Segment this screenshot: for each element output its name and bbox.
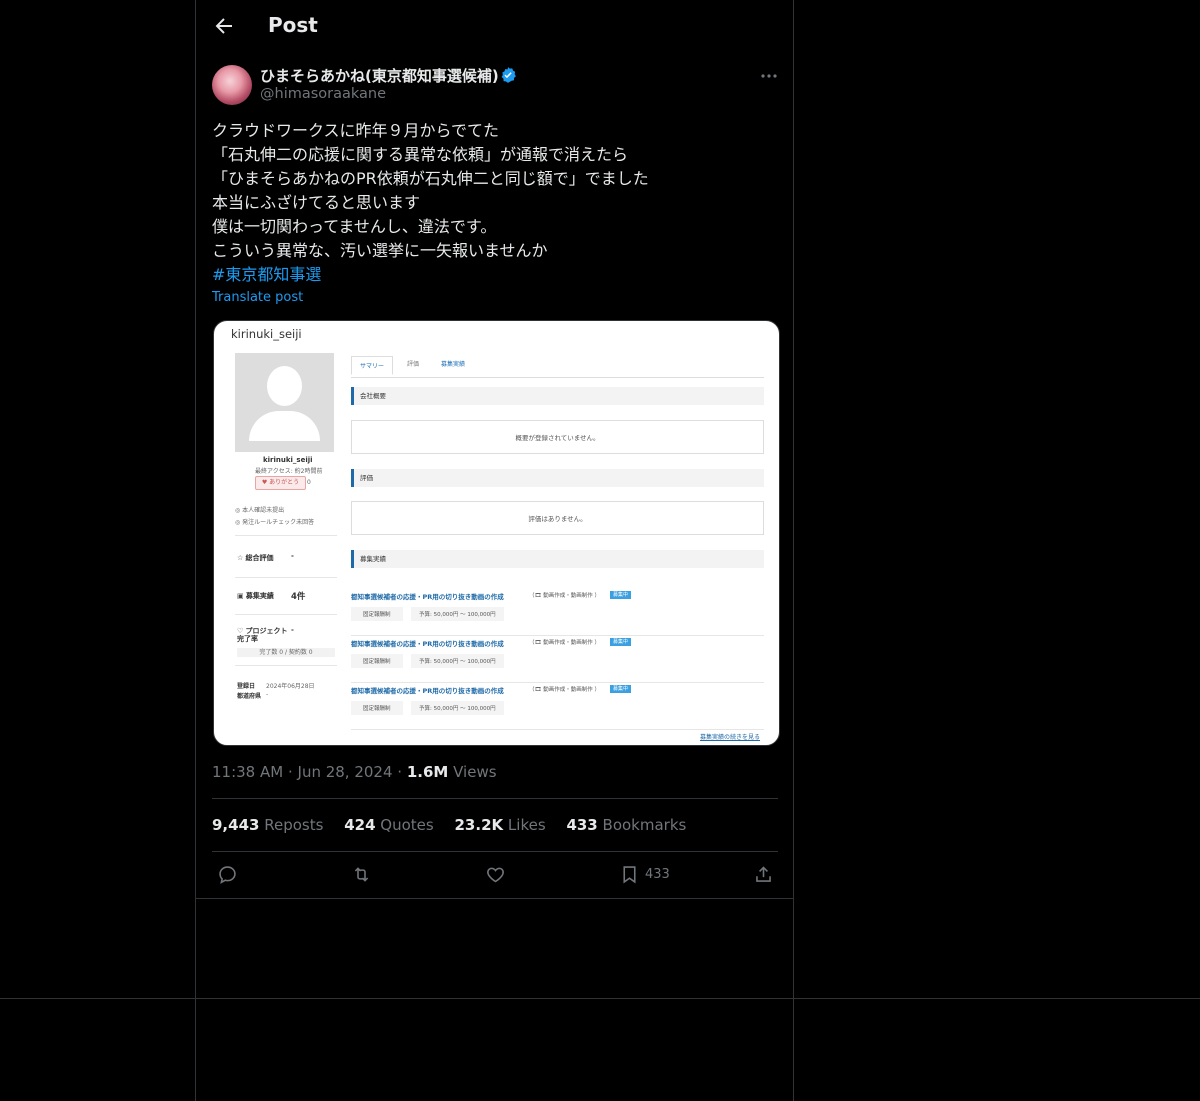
back-arrow-icon[interactable]: [212, 14, 236, 38]
hashtag-link[interactable]: #東京都知事選: [212, 263, 772, 287]
reviews-empty: 評価はありません。: [351, 501, 764, 535]
section-reviews: 評価: [351, 469, 764, 487]
media-divider: [235, 665, 337, 666]
media-divider: [235, 577, 337, 578]
divider: [196, 898, 793, 899]
bookmark-count: 433: [645, 867, 670, 882]
job-title: 都知事選候補者の応援・PR用の切り抜き動画の作成: [351, 640, 504, 648]
tweet-text: クラウドワークスに昨年９月からでてた 「石丸伸二の応援に関する異常な依頼」が通報…: [212, 119, 772, 287]
rating-row: ☆ 総合評価: [237, 554, 274, 562]
job-status-badge: 募集中: [610, 591, 632, 599]
quotes-stat[interactable]: 424 Quotes: [344, 816, 434, 834]
post-time[interactable]: 11:38 AM: [212, 763, 283, 781]
author-name[interactable]: ひまそらあかね(東京都知事選候補): [260, 65, 499, 86]
job-category: （🎞 動画作成・動画制作 ）: [529, 593, 600, 599]
job-budget: 予算: 50,000円 〜 100,000円: [411, 607, 504, 621]
project-row: ♡ プロジェクト完了率: [237, 627, 288, 643]
tweet-line: 「ひまそらあかねのPR依頼が石丸伸二と同じ額で」でました: [212, 169, 649, 188]
more-jobs-link: 募集実績の続きを見る: [700, 734, 761, 741]
attached-image[interactable]: kirinuki_seiji kirinuki_seiji 最終アクセス: 約2…: [213, 320, 780, 746]
thanks-count: 0: [307, 479, 311, 486]
tweet-line: クラウドワークスに昨年９月からでてた: [212, 121, 500, 140]
main-column: Post ひまそらあかね(東京都知事選候補) @himasoraakane クラ…: [195, 0, 794, 1101]
like-icon: [487, 867, 504, 883]
views-count: 1.6M: [406, 763, 449, 781]
section-jobs: 募集実績: [351, 550, 764, 568]
jobs-row: ▣ 募集実績: [237, 592, 274, 600]
likes-stat[interactable]: 23.2K Likes: [455, 816, 546, 834]
job-budget: 予算: 50,000円 〜 100,000円: [411, 654, 504, 668]
page-header: Post: [196, 0, 795, 53]
media-profile-name: kirinuki_seiji: [263, 456, 313, 464]
job-status-badge: 募集中: [610, 638, 632, 646]
thanks-label: ありがとう: [269, 479, 300, 486]
page-title: Post: [268, 13, 318, 37]
job-item: 都知事選候補者の応援・PR用の切り抜き動画の作成 （🎞 動画作成・動画制作 ） …: [351, 638, 764, 683]
jobs-value: 4件: [291, 592, 306, 602]
share-icon: [756, 866, 771, 882]
media-divider: [235, 614, 337, 615]
media-username: kirinuki_seiji: [231, 327, 302, 341]
job-type: 固定報酬制: [351, 701, 403, 715]
repost-icon: [354, 867, 369, 882]
tabs-underline: [351, 377, 764, 378]
job-title: 都知事選候補者の応援・PR用の切り抜き動画の作成: [351, 687, 504, 695]
id-status: ◎ 本人確認未提出: [235, 507, 285, 514]
verified-badge-icon: [499, 66, 517, 84]
more-icon[interactable]: [758, 68, 780, 84]
prefecture-value: -: [266, 691, 269, 698]
job-type: 固定報酬制: [351, 654, 403, 668]
divider: [212, 798, 778, 799]
rule-status: ◎ 発注ルールチェック未回答: [235, 519, 315, 526]
job-category: （🎞 動画作成・動画制作 ）: [529, 640, 600, 646]
registered-label: 登録日: [237, 683, 256, 690]
tab-summary: サマリー: [351, 356, 394, 375]
job-budget: 予算: 50,000円 〜 100,000円: [411, 701, 504, 715]
post-date[interactable]: Jun 28, 2024: [298, 763, 393, 781]
rating-value: -: [291, 552, 294, 560]
section-company: 会社概要: [351, 387, 764, 405]
prefecture-label: 都道府県: [237, 693, 262, 700]
tweet-line: 「石丸伸二の応援に関する異常な依頼」が通報で消えたら: [212, 145, 629, 164]
profile-placeholder-image: [235, 353, 334, 452]
avatar[interactable]: [212, 65, 252, 105]
tweet-line: こういう異常な、汚い選挙に一矢報いませんか: [212, 241, 548, 260]
views-label: Views: [453, 763, 497, 781]
job-item: 都知事選候補者の応援・PR用の切り抜き動画の作成 （🎞 動画作成・動画制作 ） …: [351, 685, 764, 730]
post-meta: 11:38 AM · Jun 28, 2024 · 1.6M Views: [212, 763, 497, 781]
tab-reviews: 評価: [407, 361, 420, 368]
tab-jobs: 募集実績: [441, 361, 466, 368]
job-title: 都知事選候補者の応援・PR用の切り抜き動画の作成: [351, 593, 504, 601]
share-button[interactable]: [753, 864, 774, 888]
author-handle[interactable]: @himasoraakane: [260, 86, 386, 102]
tweet-line: 本当にふざけてると思います: [212, 193, 421, 212]
translate-post-link[interactable]: Translate post: [212, 290, 303, 305]
project-value: -: [291, 626, 294, 634]
like-button[interactable]: [485, 864, 506, 888]
reply-button[interactable]: [217, 864, 238, 888]
media-last-access: 最終アクセス: 約2時間前: [255, 468, 323, 475]
repost-button[interactable]: [351, 864, 372, 888]
reposts-stat[interactable]: 9,443 Reposts: [212, 816, 323, 834]
media-divider: [235, 535, 337, 536]
reply-icon: [219, 866, 236, 884]
company-empty: 概要が登録されていません。: [351, 420, 764, 454]
job-item: 都知事選候補者の応援・PR用の切り抜き動画の作成 （🎞 動画作成・動画制作 ） …: [351, 591, 764, 636]
job-status-badge: 募集中: [610, 685, 632, 693]
tweet-line: 僕は一切関わってませんし、違法です。: [212, 217, 497, 236]
engagement-stats: 9,443 Reposts 424 Quotes 23.2K Likes 433…: [212, 816, 702, 834]
thanks-button: ♥ ありがとう: [255, 476, 306, 490]
bookmark-icon: [623, 866, 636, 884]
job-type: 固定報酬制: [351, 607, 403, 621]
bookmarks-stat[interactable]: 433 Bookmarks: [566, 816, 686, 834]
job-category: （🎞 動画作成・動画制作 ）: [529, 687, 600, 693]
registered-value: 2024年06月28日: [266, 683, 315, 690]
project-detail: 完了数 0 / 契約数 0: [237, 648, 335, 657]
divider: [212, 851, 778, 852]
bookmark-button[interactable]: 433: [619, 864, 670, 888]
